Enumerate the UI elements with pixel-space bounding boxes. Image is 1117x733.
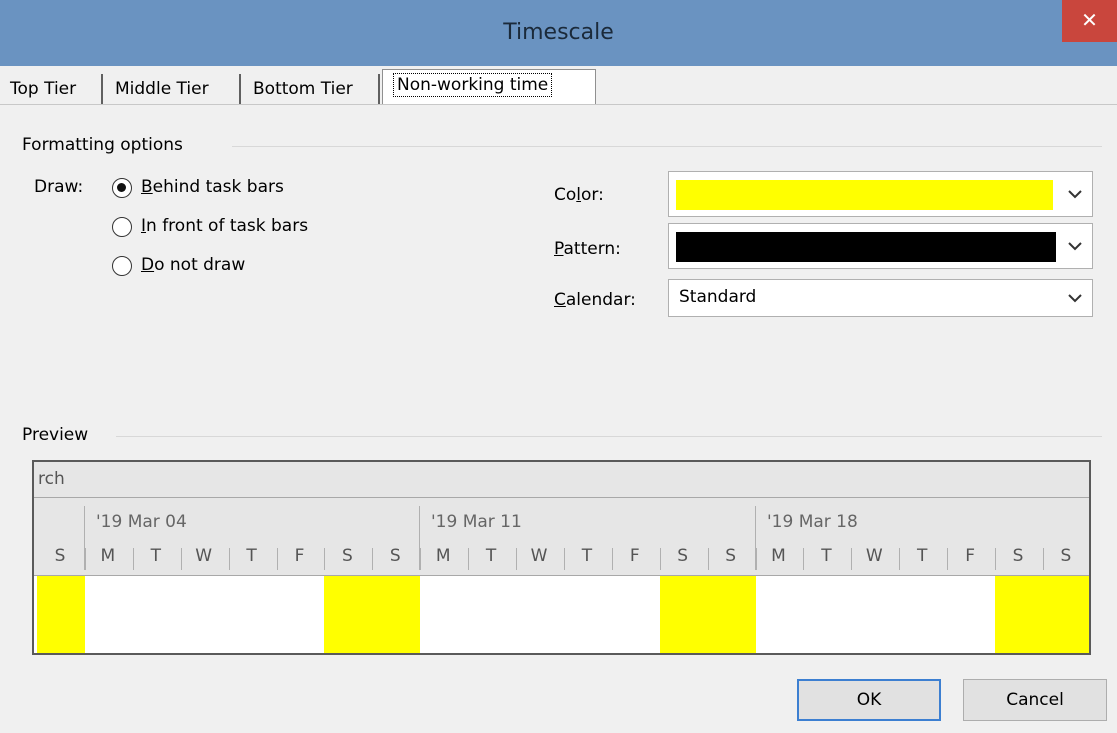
formatting-options-divider: [232, 146, 1102, 147]
preview-day-divider: [756, 548, 757, 570]
preview-week-label: '19 Mar 11: [431, 512, 522, 532]
preview-day-divider: [708, 548, 709, 570]
calendar-value: Standard: [679, 287, 757, 307]
calendar-label: Calendar:: [554, 290, 636, 310]
chevron-down-icon: [1068, 172, 1082, 216]
radio-do-not-draw[interactable]: [112, 256, 132, 276]
preview-day-label: S: [389, 546, 401, 566]
preview-day-divider: [420, 548, 421, 570]
preview-day-divider: [324, 548, 325, 570]
preview-day-label: W: [195, 546, 213, 566]
preview-day-label: S: [341, 546, 353, 566]
preview-day-divider: [564, 548, 565, 570]
preview-day-label: T: [485, 546, 497, 566]
preview-day-label: T: [581, 546, 593, 566]
cancel-button[interactable]: Cancel: [963, 679, 1107, 721]
nonworking-bar: [324, 576, 372, 653]
preview-week-label: '19 Mar 18: [767, 512, 858, 532]
preview-day-label: M: [435, 546, 451, 566]
preview-day-divider: [851, 548, 852, 570]
formatting-options-title: Formatting options: [22, 135, 183, 155]
pattern-dropdown[interactable]: [668, 223, 1093, 269]
nonworking-bar: [372, 576, 420, 653]
preview-divider: [116, 436, 1102, 437]
draw-label: Draw:: [34, 177, 84, 197]
preview-day-label: S: [677, 546, 689, 566]
pattern-swatch: [676, 232, 1056, 262]
tab-top-tier[interactable]: Top Tier: [0, 74, 103, 104]
tab-strip: Top Tier Middle Tier Bottom Tier Non-wor…: [0, 66, 1117, 106]
color-swatch: [676, 180, 1053, 210]
nonworking-bar: [708, 576, 756, 653]
preview-day-divider: [181, 548, 182, 570]
color-label: Color:: [554, 185, 604, 205]
preview-day-label: W: [530, 546, 548, 566]
dialog-title: Timescale: [503, 20, 614, 45]
preview-day-divider: [1043, 548, 1044, 570]
preview-week-label: '19 Mar 04: [96, 512, 187, 532]
preview-day-label: M: [771, 546, 786, 566]
timescale-preview: rch '19 Mar 04 '19 Mar 11 '19 Mar 18 S M T…: [32, 460, 1091, 655]
label-behind-task-bars[interactable]: Behind task bars: [141, 177, 284, 197]
close-button[interactable]: ✕: [1062, 0, 1117, 42]
preview-day-label: F: [294, 546, 305, 566]
nonworking-bar: [995, 576, 1043, 653]
radio-in-front-of-task-bars[interactable]: [112, 217, 132, 237]
preview-day-divider: [803, 548, 804, 570]
preview-day-label: S: [1060, 546, 1072, 566]
preview-day-label: S: [1012, 546, 1024, 566]
preview-day-divider: [133, 548, 134, 570]
preview-day-divider: [660, 548, 661, 570]
radio-behind-task-bars[interactable]: [112, 178, 132, 198]
preview-top-tier: rch: [34, 462, 1089, 498]
chevron-down-icon: [1068, 280, 1082, 316]
tab-bottom-tier[interactable]: Bottom Tier: [243, 74, 380, 104]
calendar-dropdown[interactable]: Standard: [668, 279, 1093, 317]
ok-button[interactable]: OK: [797, 679, 941, 721]
nonworking-bar: [37, 576, 85, 653]
preview-day-divider: [516, 548, 517, 570]
preview-day-divider: [229, 548, 230, 570]
preview-day-label: W: [865, 546, 883, 566]
nonworking-bar: [660, 576, 708, 653]
preview-top-tier-text: rch: [38, 469, 65, 489]
preview-day-label: T: [246, 546, 257, 566]
preview-title: Preview: [22, 425, 89, 445]
preview-day-divider: [995, 548, 996, 570]
preview-day-label: F: [965, 546, 975, 566]
tab-non-working-time[interactable]: Non-working time: [382, 69, 596, 104]
preview-day-divider: [468, 548, 469, 570]
preview-day-divider: [85, 548, 86, 570]
preview-day-label: S: [725, 546, 736, 566]
preview-day-divider: [947, 548, 948, 570]
preview-day-divider: [899, 548, 900, 570]
preview-day-label: S: [54, 546, 66, 566]
nonworking-bar: [1043, 576, 1089, 653]
preview-day-divider: [612, 548, 613, 570]
tab-middle-tier[interactable]: Middle Tier: [105, 74, 241, 104]
preview-day-label: T: [150, 546, 161, 566]
preview-day-label: T: [916, 546, 928, 566]
label-in-front-of-task-bars[interactable]: In front of task bars: [141, 216, 308, 236]
chevron-down-icon: [1068, 224, 1082, 268]
label-do-not-draw[interactable]: Do not draw: [141, 255, 245, 275]
color-dropdown[interactable]: [668, 171, 1093, 217]
preview-day-label: T: [821, 546, 832, 566]
preview-day-label: F: [629, 546, 640, 566]
preview-day-divider: [277, 548, 278, 570]
preview-day-divider: [372, 548, 373, 570]
preview-day-label: M: [100, 546, 116, 566]
pattern-label: Pattern:: [554, 239, 621, 259]
preview-bars-area: [34, 575, 1089, 653]
